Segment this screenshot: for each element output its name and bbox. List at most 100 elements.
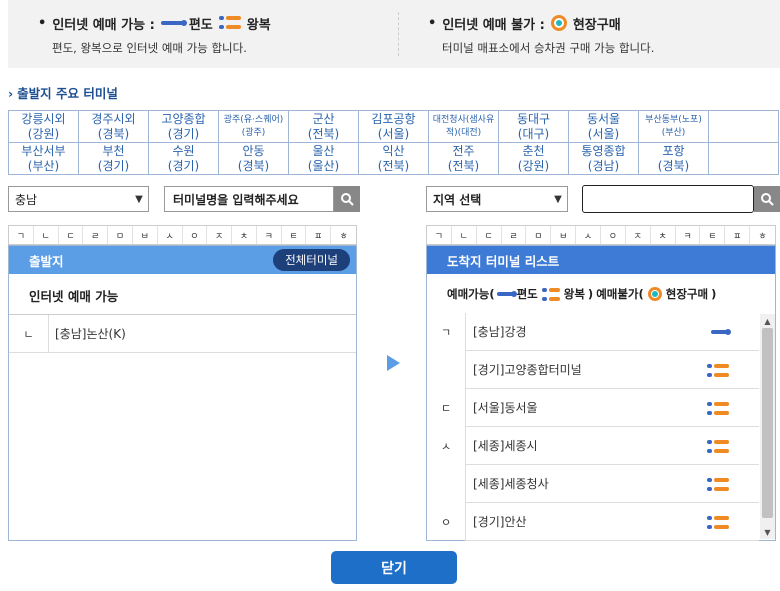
list-item[interactable]: [서울]동서울 — [466, 389, 759, 427]
terminal-region: (경기) — [167, 158, 200, 173]
major-terminal-cell[interactable]: 경주시외 (경북) — [79, 111, 149, 143]
onsite-label: 현장구매 — [572, 17, 621, 33]
arrival-search-input[interactable] — [582, 185, 754, 213]
consonant-filter-item[interactable]: ㅂ — [551, 226, 577, 244]
scroll-thumb[interactable] — [762, 328, 773, 518]
section-title: › 출발지 주요 터미널 — [8, 86, 118, 101]
consonant-filter-item[interactable]: ㅅ — [576, 226, 601, 244]
departure-search-input[interactable]: 터미널명을 입력해주세요 — [164, 186, 334, 212]
consonant-filter-item[interactable]: ㅂ — [133, 226, 158, 244]
terminal-name: [경기]고양종합터미널 — [473, 363, 582, 377]
major-terminal-cell[interactable]: 춘천 (강원) — [499, 143, 569, 175]
terminal-region: (강원) — [517, 158, 550, 173]
major-terminal-cell[interactable]: 고양종합 (경기) — [149, 111, 219, 143]
consonant-filter-item[interactable]: ㅁ — [526, 226, 552, 244]
major-terminal-cell[interactable]: 동대구 (대구) — [499, 111, 569, 143]
departure-panel: 출발지 전체터미널 인터넷 예매 가능 ㄴ [충남]논산(K) — [8, 245, 357, 541]
arrival-scrollbar[interactable]: ▲ ▼ — [760, 314, 775, 539]
major-terminal-cell[interactable]: 동서울 (서울) — [569, 111, 639, 143]
consonant-filter-item[interactable]: ㄴ — [452, 226, 477, 244]
terminal-name: 전주 — [452, 143, 475, 158]
consonant-filter-item[interactable]: ㅈ — [207, 226, 233, 244]
list-item[interactable]: [충남]강경 — [466, 313, 759, 351]
terminal-name: [서울]동서울 — [473, 401, 538, 415]
terminal-region: (서울) — [377, 126, 410, 141]
arrival-region-select[interactable]: 지역 선택 ▼ — [426, 186, 568, 212]
major-terminal-cell[interactable]: 강릉시외 (강원) — [9, 111, 79, 143]
major-terminal-cell[interactable]: 대전청사(샘사유 적)(대전) — [429, 111, 499, 143]
not-bookable-title: 인터넷 예매 불가 : — [442, 17, 545, 33]
major-terminal-cell[interactable]: 광주(유·스퀘어) (광주) — [219, 111, 289, 143]
consonant-filter-item[interactable]: ㄷ — [59, 226, 84, 244]
list-item[interactable]: [경기]안산 — [466, 503, 759, 541]
major-terminal-cell — [709, 111, 779, 143]
major-terminal-cell[interactable]: 부천 (경기) — [79, 143, 149, 175]
bookable-desc: 편도, 왕복으로 인터넷 예매 가능 합니다. — [52, 41, 247, 55]
departure-search-button[interactable] — [334, 186, 360, 212]
terminal-region: (부산) — [27, 158, 60, 173]
consonant-filter-item[interactable]: ㅋ — [676, 226, 701, 244]
consonant-filter-item[interactable]: ㄷ — [477, 226, 502, 244]
terminal-name: 고양종합 — [161, 111, 206, 126]
major-terminal-cell[interactable]: 부산동부(노포) (부산) — [639, 111, 709, 143]
major-terminal-cell[interactable]: 익산 (전북) — [359, 143, 429, 175]
major-terminal-cell[interactable]: 군산 (전북) — [289, 111, 359, 143]
consonant-filter-item[interactable]: ㅈ — [626, 226, 651, 244]
consonant-filter-item[interactable]: ㅌ — [700, 226, 726, 244]
consonant-filter-item[interactable]: ㄱ — [427, 226, 452, 244]
major-terminal-cell[interactable]: 울산 (울산) — [289, 143, 359, 175]
consonant-filter-item[interactable]: ㅊ — [651, 226, 676, 244]
bookable-title: 인터넷 예매 가능 : — [52, 17, 155, 33]
consonant-filter-item[interactable]: ㄱ — [9, 226, 34, 244]
consonant-filter-item[interactable]: ㅎ — [750, 226, 775, 244]
consonant-filter-item[interactable]: ㅇ — [183, 226, 208, 244]
close-button[interactable]: 닫기 — [331, 551, 457, 584]
row-consonant: ㅅ — [427, 427, 466, 465]
major-terminal-cell[interactable]: 수원 (경기) — [149, 143, 219, 175]
onsite-purchase-icon — [550, 15, 567, 31]
terminal-name: 부산동부(노포) — [645, 114, 702, 125]
terminal-name: 광주(유·스퀘어) — [223, 114, 284, 125]
consonant-filter-item[interactable]: ㅌ — [282, 226, 307, 244]
major-terminal-cell[interactable]: 통영종합 (경남) — [569, 143, 639, 175]
major-terminals-grid: 강릉시외 (강원) 경주시외 (경북) 고양종합 (경기) 광주(유·스퀘어) (광주) 군산(… — [8, 110, 779, 175]
consonant-filter-item[interactable]: ㅍ — [306, 226, 332, 244]
consonant-filter-item[interactable]: ㅊ — [232, 226, 257, 244]
arrival-search-button[interactable] — [754, 186, 780, 212]
search-icon — [341, 193, 354, 206]
major-terminal-cell[interactable]: 안동 (경북) — [219, 143, 289, 175]
terminal-region: (대구) — [517, 126, 550, 141]
scroll-down-icon[interactable]: ▼ — [760, 525, 775, 539]
consonant-filter-item[interactable]: ㅍ — [725, 226, 751, 244]
roundtrip-icon — [707, 477, 729, 491]
major-terminal-cell[interactable]: 포항 (경북) — [639, 143, 709, 175]
oneway-icon — [496, 291, 517, 297]
consonant-filter-item[interactable]: ㅋ — [257, 226, 282, 244]
departure-header: 출발지 — [29, 253, 64, 269]
list-item[interactable]: [경기]고양종합터미널 — [466, 351, 759, 389]
terminal-region: (울산) — [307, 158, 340, 173]
consonant-filter-item[interactable]: ㄹ — [83, 226, 109, 244]
list-item[interactable]: ㄴ [충남]논산(K) — [9, 315, 356, 353]
consonant-filter-item[interactable]: ㅅ — [158, 226, 183, 244]
terminal-name: 춘천 — [522, 143, 545, 158]
consonant-filter-item[interactable]: ㅎ — [331, 226, 356, 244]
terminal-region: (광주) — [241, 127, 266, 138]
consonant-filter-item[interactable]: ㄹ — [502, 226, 527, 244]
list-item[interactable]: [세종]세종청사 — [466, 465, 759, 503]
terminal-name: 대전청사(샘사유 — [432, 114, 495, 125]
list-item[interactable]: [세종]세종시 — [466, 427, 759, 465]
consonant-filter-item[interactable]: ㅁ — [108, 226, 133, 244]
consonant-filter-item[interactable]: ㅇ — [601, 226, 626, 244]
consonant-filter-item[interactable]: ㄴ — [34, 226, 59, 244]
departure-list: ㄴ [충남]논산(K) — [9, 315, 356, 353]
major-terminal-cell[interactable]: 김포공항 (서울) — [359, 111, 429, 143]
terminal-name: 동서울 — [586, 111, 621, 126]
departure-region-select[interactable]: 충남 ▼ — [8, 186, 149, 212]
terminal-name: [충남]강경 — [473, 325, 527, 339]
all-terminals-button[interactable]: 전체터미널 — [273, 249, 350, 271]
major-terminal-cell[interactable]: 전주 (전북) — [429, 143, 499, 175]
scroll-up-icon[interactable]: ▲ — [760, 314, 775, 328]
major-terminal-cell[interactable]: 부산서부 (부산) — [9, 143, 79, 175]
terminal-name: 안동 — [242, 143, 265, 158]
